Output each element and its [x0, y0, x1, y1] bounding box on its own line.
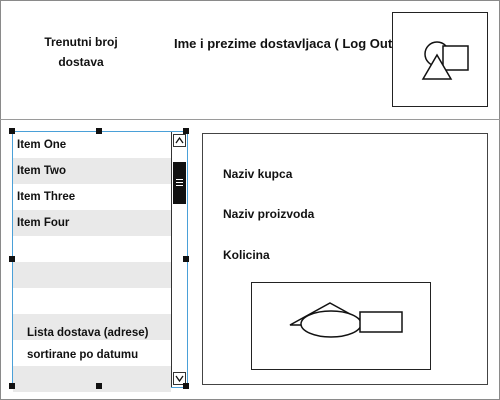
resize-handle-bottom-left[interactable]	[9, 383, 15, 389]
chevron-up-icon	[175, 136, 184, 144]
resize-handle-top-right[interactable]	[183, 128, 189, 134]
list-item[interactable]: Item Two	[13, 158, 171, 184]
image-placeholder-icon	[421, 41, 469, 80]
list-item-empty	[13, 288, 171, 314]
list-item-empty	[13, 236, 171, 262]
resize-handle-top[interactable]	[96, 128, 102, 134]
caption-line2: sortirane po datumu	[27, 349, 139, 361]
driver-avatar	[392, 12, 488, 107]
image-placeholder-icon	[289, 302, 403, 338]
list-item[interactable]: Item One	[13, 132, 171, 158]
resize-handle-top-left[interactable]	[9, 128, 15, 134]
scroll-thumb[interactable]	[173, 162, 186, 204]
customer-name-label: Naziv kupca	[223, 167, 293, 181]
grip-line	[176, 185, 183, 186]
quantity-label: Kolicina	[223, 248, 270, 262]
product-name-label: Naziv proizvoda	[223, 207, 315, 221]
header-divider	[0, 119, 500, 120]
resize-handle-bottom[interactable]	[96, 383, 102, 389]
list-item-empty	[13, 262, 171, 288]
current-delivery-count: Trenutni broj dostava	[16, 32, 146, 72]
delivery-count-label-line2: dostava	[58, 55, 104, 69]
product-image	[251, 282, 431, 370]
resize-handle-left[interactable]	[9, 256, 15, 262]
resize-handle-bottom-right[interactable]	[183, 383, 189, 389]
driver-name-logout-link[interactable]: Ime i prezime dostavljaca ( Log Out )	[174, 36, 400, 51]
list-item[interactable]: Item Four	[13, 210, 171, 236]
grip-line	[176, 182, 183, 183]
grip-line	[176, 179, 183, 180]
delivery-list-caption: Lista dostava (adrese) sortirane po datu…	[27, 322, 177, 366]
list-item-empty	[13, 366, 171, 392]
delivery-count-label-line1: Trenutni broj	[44, 35, 118, 49]
delivery-list[interactable]: Item One Item Two Item Three Item Four L…	[12, 131, 188, 392]
caption-line1: Lista dostava (adrese)	[27, 327, 149, 339]
scroll-up-button[interactable]	[173, 134, 186, 147]
resize-handle-right[interactable]	[183, 256, 189, 262]
delivery-details-panel: Naziv kupca Naziv proizvoda Kolicina	[202, 133, 488, 385]
list-item[interactable]: Item Three	[13, 184, 171, 210]
